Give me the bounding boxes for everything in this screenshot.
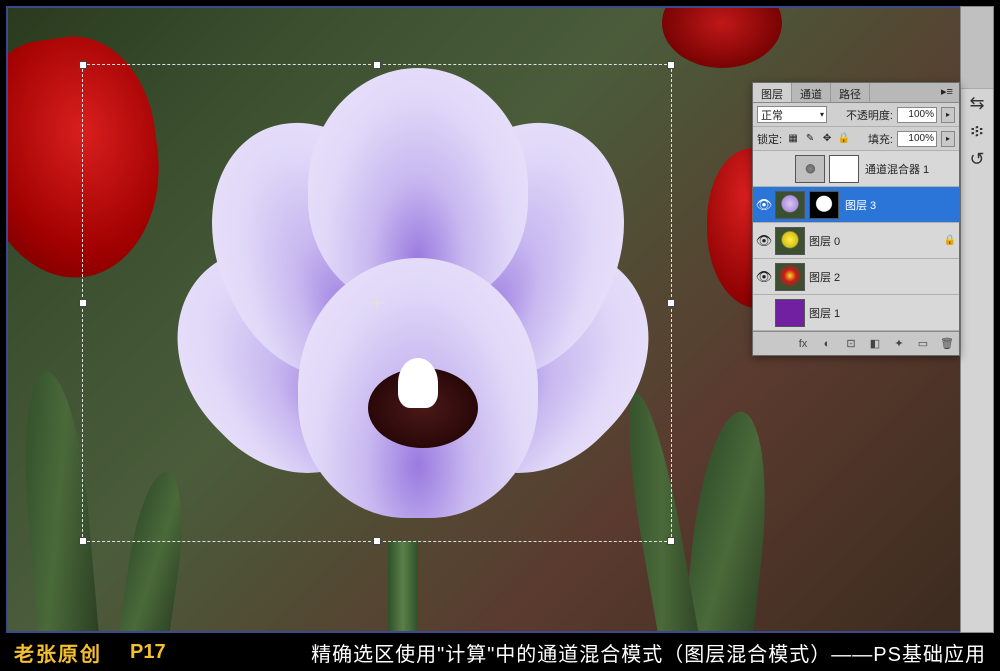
transform-handle[interactable] xyxy=(667,299,675,307)
side-tool-icon[interactable]: ⇆ xyxy=(961,89,993,117)
flower-stem xyxy=(388,541,418,631)
lock-label: 锁定: xyxy=(757,131,782,147)
fx-icon[interactable]: fx xyxy=(795,336,811,352)
opacity-input[interactable]: 100% xyxy=(897,107,937,123)
layer-row[interactable]: 图层 1 xyxy=(753,295,959,331)
layer-row[interactable]: 通道混合器 1 xyxy=(753,151,959,187)
caption-bar: 老张原创 P17 精确选区使用"计算"中的通道混合模式（图层混合模式）——PS基… xyxy=(0,633,1000,671)
layer-name[interactable]: 图层 0 xyxy=(809,233,941,249)
side-tool-icon[interactable]: ↺ xyxy=(961,145,993,173)
transform-marquee[interactable] xyxy=(82,64,672,542)
lock-icon: 🔒 xyxy=(941,235,959,246)
transform-handle[interactable] xyxy=(373,61,381,69)
blend-mode-select[interactable]: 正常 xyxy=(757,106,827,123)
new-layer-icon[interactable]: ▭ xyxy=(915,336,931,352)
lock-pixels-icon[interactable]: ✎ xyxy=(803,133,817,144)
visibility-toggle-icon[interactable]: 👁 xyxy=(753,269,775,285)
layer-row[interactable]: 👁 图层 2 xyxy=(753,259,959,295)
lock-all-icon[interactable]: 🔒 xyxy=(837,133,851,144)
side-tool-icon[interactable]: ፨ xyxy=(961,117,993,145)
opacity-slider-toggle[interactable]: ▸ xyxy=(941,107,955,123)
layers-panel: 图层 通道 路径 ▸≡ 正常 不透明度: 100% ▸ 锁定: ▦ ✎ ✥ 🔒 … xyxy=(752,82,960,356)
panel-bottom-bar: fx ◐ ⊡ ◧ ✦ ▭ 🗑 xyxy=(753,331,959,355)
layer-thumbnail[interactable] xyxy=(775,299,805,327)
side-toolbar: ⇆፨↺ xyxy=(960,6,994,633)
fill-slider-toggle[interactable]: ▸ xyxy=(941,131,955,147)
layer-name[interactable]: 图层 3 xyxy=(845,197,941,213)
layer-thumbnail[interactable] xyxy=(775,263,805,291)
transform-handle[interactable] xyxy=(373,537,381,545)
caption-author: 老张原创 xyxy=(14,638,102,667)
visibility-toggle-icon[interactable]: 👁 xyxy=(753,197,775,213)
transform-handle[interactable] xyxy=(79,61,87,69)
transform-handle[interactable] xyxy=(79,537,87,545)
layer-name[interactable]: 通道混合器 1 xyxy=(865,161,941,177)
tab-channels[interactable]: 通道 xyxy=(792,83,831,102)
layer-row[interactable]: 👁 图层 0🔒 xyxy=(753,223,959,259)
fill-input[interactable]: 100% xyxy=(897,131,937,147)
layer-thumbnail[interactable] xyxy=(775,191,805,219)
transform-handle[interactable] xyxy=(79,299,87,307)
add-mask-icon[interactable]: ⊡ xyxy=(843,336,859,352)
opacity-label: 不透明度: xyxy=(846,107,893,123)
caption-title: 精确选区使用"计算"中的通道混合模式（图层混合模式）——PS基础应用 xyxy=(311,638,986,667)
layer-thumbnail[interactable] xyxy=(775,227,805,255)
layer-style-icon[interactable]: ◐ xyxy=(819,336,835,352)
lock-position-icon[interactable]: ✥ xyxy=(820,133,834,144)
panel-tab-bar: 图层 通道 路径 ▸≡ xyxy=(753,83,959,103)
layer-thumbnail[interactable] xyxy=(795,155,825,183)
transform-handle[interactable] xyxy=(667,537,675,545)
layer-row[interactable]: 👁 图层 3 xyxy=(753,187,959,223)
lock-transparency-icon[interactable]: ▦ xyxy=(786,133,800,144)
transform-center-icon[interactable] xyxy=(370,296,384,310)
layer-mask-thumbnail[interactable] xyxy=(809,191,839,219)
layer-name[interactable]: 图层 1 xyxy=(809,305,941,321)
layer-name[interactable]: 图层 2 xyxy=(809,269,941,285)
new-group-icon[interactable]: ✦ xyxy=(891,336,907,352)
visibility-toggle-icon[interactable]: 👁 xyxy=(753,233,775,249)
transform-handle[interactable] xyxy=(667,61,675,69)
panel-menu-icon[interactable]: ▸≡ xyxy=(935,83,959,102)
fill-label: 填充: xyxy=(868,131,893,147)
tab-layers[interactable]: 图层 xyxy=(753,83,792,102)
tab-paths[interactable]: 路径 xyxy=(831,83,870,102)
trash-icon[interactable]: 🗑 xyxy=(939,336,955,352)
layer-list: 通道混合器 1 👁 图层 3 👁 图层 0🔒 👁 图层 2 图层 1 xyxy=(753,151,959,331)
adjustment-layer-icon[interactable]: ◧ xyxy=(867,336,883,352)
caption-page: P17 xyxy=(130,641,166,664)
layer-mask-thumbnail[interactable] xyxy=(829,155,859,183)
